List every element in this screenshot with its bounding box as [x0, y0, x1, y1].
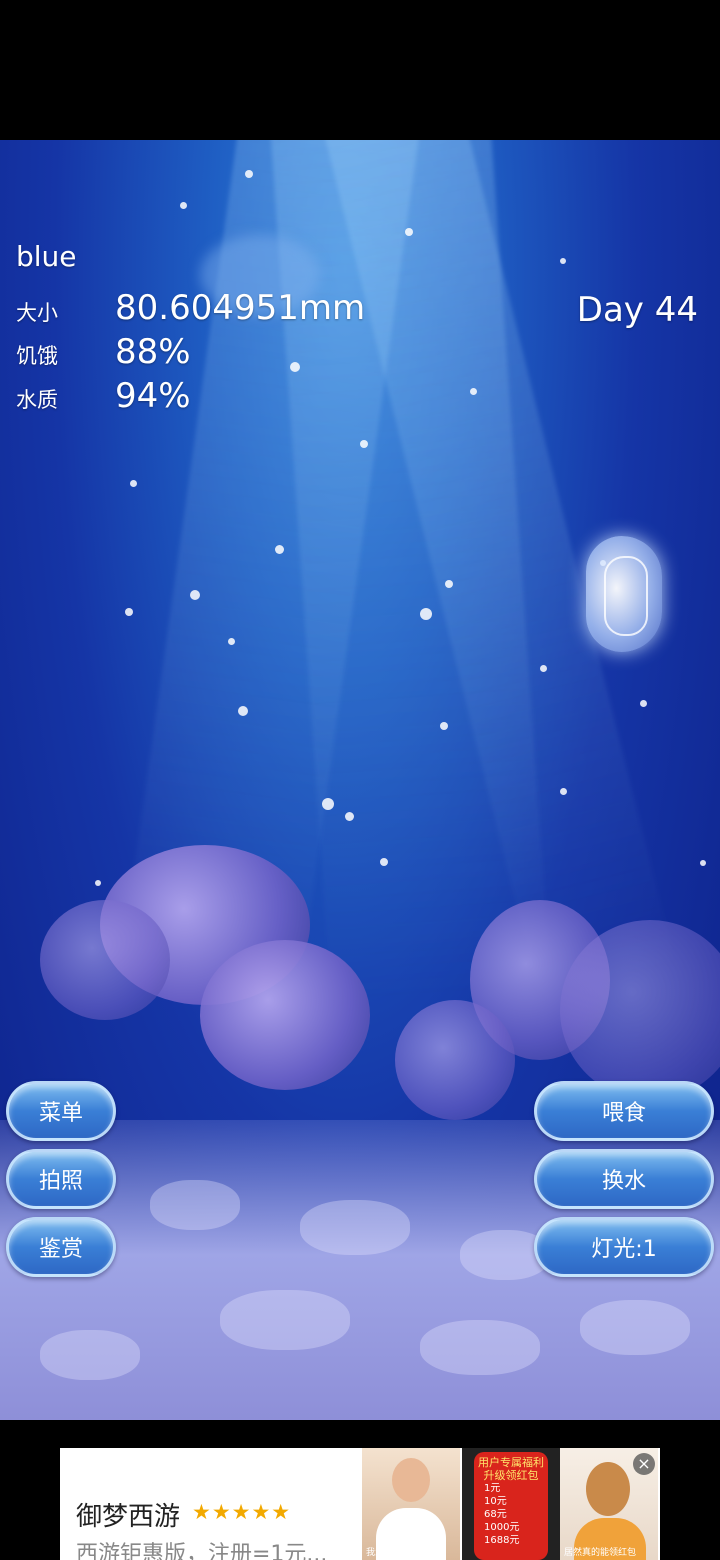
bubble: [560, 788, 567, 795]
photo-button[interactable]: 拍照: [6, 1149, 116, 1209]
pebble: [220, 1290, 350, 1350]
phone-screen: 用户专属福利 升级领红包 1元 10元 68元 1000元 1688元: [474, 1452, 548, 1560]
bubble: [322, 798, 334, 810]
bubble: [290, 362, 300, 372]
ad-title: 御梦西游: [76, 1502, 181, 1532]
bubble: [228, 638, 235, 645]
ad-image-phone: 用户专属福利 升级领红包 1元 10元 68元 1000元 1688元: [462, 1448, 560, 1560]
pebble: [580, 1300, 690, 1355]
aquarium-scene: blue 大小 80.604951mm 饥饿 88% 水质 94% Day 44…: [0, 140, 720, 1420]
bubble: [440, 722, 448, 730]
pebble: [420, 1320, 540, 1375]
bubble: [445, 580, 453, 588]
bubble: [640, 700, 647, 707]
bubble: [540, 665, 547, 672]
face-shape: [392, 1458, 430, 1502]
bubble: [275, 545, 284, 554]
status-bar-area: [0, 0, 720, 140]
jellyfish-name: blue: [16, 240, 77, 273]
bubble: [238, 706, 248, 716]
coral: [200, 940, 370, 1090]
ad-image-banner: 用户专属福利 升级领红包: [478, 1456, 544, 1482]
size-value: 80.604951mm: [115, 288, 366, 328]
bubble: [360, 440, 368, 448]
bubble: [95, 880, 101, 886]
bubble: [420, 608, 432, 620]
pebble: [150, 1180, 240, 1230]
bubble: [130, 480, 137, 487]
size-label: 大小: [16, 301, 58, 325]
ad-row: 1000元: [484, 1522, 520, 1533]
bubble: [405, 228, 413, 236]
pebble: [300, 1200, 410, 1255]
hunger-label: 饥饿: [16, 344, 58, 368]
bubble: [380, 858, 388, 866]
pebble: [40, 1330, 140, 1380]
bubble: [560, 258, 566, 264]
ad-rating-stars: ★★★★★: [192, 1500, 292, 1524]
bubble: [125, 608, 133, 616]
water-quality-value: 94%: [115, 376, 191, 416]
day-counter: Day 44: [576, 290, 698, 330]
close-icon[interactable]: ×: [633, 1453, 655, 1475]
light-button[interactable]: 灯光:1: [534, 1217, 714, 1277]
coral: [40, 900, 170, 1020]
ad-row: 10元: [484, 1496, 507, 1507]
ad-row: 68元: [484, 1509, 507, 1520]
bubble: [470, 388, 477, 395]
coral: [560, 920, 720, 1100]
bubble: [180, 202, 187, 209]
ad-row: 1元: [484, 1483, 501, 1494]
water-quality-label: 水质: [16, 388, 58, 412]
coral: [395, 1000, 515, 1120]
ad-image-rows: 1元 10元 68元 1000元 1688元: [474, 1482, 548, 1547]
hair-shape: [586, 1462, 630, 1516]
appreciate-button[interactable]: 鉴赏: [6, 1217, 116, 1277]
jellyfish[interactable]: [586, 536, 662, 652]
change-water-button[interactable]: 换水: [534, 1149, 714, 1209]
bubble: [700, 860, 706, 866]
hunger-value: 88%: [115, 332, 191, 372]
bubble: [190, 590, 200, 600]
ad-image-caption: 我怎么能错过了: [366, 1548, 430, 1558]
bubble: [345, 812, 354, 821]
menu-button[interactable]: 菜单: [6, 1081, 116, 1141]
ad-image-caption: 居然真的能领红包: [564, 1548, 637, 1558]
ad-row: 1688元: [484, 1535, 520, 1546]
ad-image-person: 我怎么能错过了: [362, 1448, 460, 1560]
feed-button[interactable]: 喂食: [534, 1081, 714, 1141]
ad-banner[interactable]: 御梦西游 ★★★★★ 西游钜惠版，注册=1元... 我怎么能错过了 用户专属福利…: [60, 1448, 660, 1560]
bubble: [245, 170, 253, 178]
ad-subtitle: 西游钜惠版，注册=1元...: [76, 1542, 328, 1560]
